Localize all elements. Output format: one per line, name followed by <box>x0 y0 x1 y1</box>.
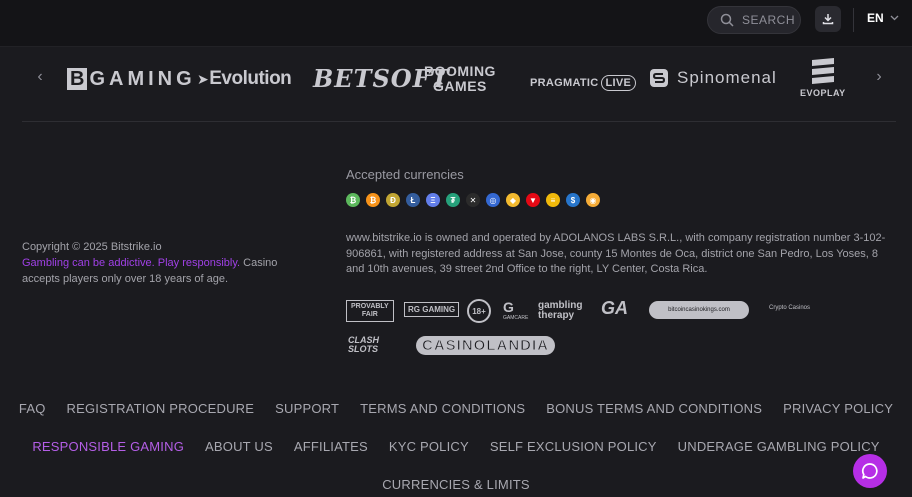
provider-logo-spinomenal[interactable]: Spinomenal <box>649 68 777 88</box>
header-divider <box>853 8 854 32</box>
top-bar: SEARCH EN <box>0 0 912 46</box>
footer-link-kyc-policy[interactable]: KYC POLICY <box>389 439 469 454</box>
footer-link-currencies-limits[interactable]: CURRENCIES & LIMITS <box>382 477 530 492</box>
gamcare-badge[interactable]: G GAMCARE <box>503 299 528 321</box>
currency-coin-icon: ◆ <box>506 193 520 207</box>
spinomenal-mark-icon <box>650 69 668 87</box>
currency-coin-icon: ₿ <box>366 193 380 207</box>
clash-of-slots-badge[interactable]: CLASH SLOTS <box>348 336 379 354</box>
footer-links-row-2: RESPONSIBLE GAMING ABOUT US AFFILIATES KYC … <box>0 439 912 454</box>
footer-link-terms-and-conditions[interactable]: TERMS AND CONDITIONS <box>360 401 525 416</box>
currency-coin-icon: Ξ <box>426 193 440 207</box>
gambling-therapy-badge[interactable]: gambling therapy <box>538 301 582 321</box>
chat-bubble-icon <box>861 463 878 479</box>
download-button[interactable] <box>815 6 841 32</box>
currency-coin-icon: ◉ <box>586 193 600 207</box>
footer-link-faq[interactable]: FAQ <box>19 401 46 416</box>
language-selector[interactable]: EN <box>867 11 899 25</box>
provider-logo-bgaming[interactable]: B GAMING <box>67 68 196 91</box>
provably-fair-badge[interactable]: PROVABLY FAIR <box>346 300 394 322</box>
footer-link-privacy-policy[interactable]: PRIVACY POLICY <box>783 401 893 416</box>
chevron-down-icon <box>890 15 899 21</box>
footer-link-underage-gambling-policy[interactable]: UNDERAGE GAMBLING POLICY <box>678 439 880 454</box>
accepted-currencies-title: Accepted currencies <box>346 167 464 182</box>
copyright-block: Copyright © 2025 Bitstrike.io Gambling c… <box>22 239 292 287</box>
currency-coin-icon: Ł <box>406 193 420 207</box>
currency-coin-icon: $ <box>566 193 580 207</box>
gambling-warning: Gambling can be addictive. Play responsi… <box>22 257 241 269</box>
section-divider <box>22 121 896 122</box>
footer-link-self-exclusion-policy[interactable]: SELF EXCLUSION POLICY <box>490 439 657 454</box>
evolution-mark-icon: ➤ <box>197 71 209 87</box>
search-icon <box>720 13 734 27</box>
footer-link-affiliates[interactable]: AFFILIATES <box>294 439 368 454</box>
currency-icons: ₿ ₿ Ð Ł Ξ ₮ ✕ ◎ ◆ ▼ ≡ $ ◉ <box>346 193 600 207</box>
currency-coin-icon: ≡ <box>546 193 560 207</box>
currency-coin-icon: ◎ <box>486 193 500 207</box>
company-info: www.bitstrike.io is owned and operated b… <box>346 232 886 275</box>
crypto-casinos-badge[interactable]: Crypto Casinos <box>769 305 810 311</box>
footer-link-about-us[interactable]: ABOUT US <box>205 439 273 454</box>
footer-link-responsible-gaming[interactable]: RESPONSIBLE GAMING <box>32 439 184 454</box>
language-label: EN <box>867 11 884 25</box>
currency-coin-icon: ▼ <box>526 193 540 207</box>
search-button[interactable]: SEARCH <box>707 6 801 34</box>
footer-link-bonus-terms-and-conditions[interactable]: BONUS TERMS AND CONDITIONS <box>546 401 762 416</box>
live-chat-button[interactable] <box>853 454 887 488</box>
download-icon <box>822 14 834 25</box>
currency-coin-icon: ₿ <box>346 193 360 207</box>
age-18-badge[interactable]: 18+ <box>467 299 491 323</box>
currency-coin-icon: Ð <box>386 193 400 207</box>
age-notice: Gambling can be addictive. Play responsi… <box>22 257 278 285</box>
footer-links-row-3: CURRENCIES & LIMITS <box>0 477 912 492</box>
copyright-text: Copyright © 2025 Bitstrike.io <box>22 241 162 253</box>
footer-link-support[interactable]: SUPPORT <box>275 401 339 416</box>
evoplay-mark-icon <box>811 58 834 84</box>
carousel-next-arrow[interactable]: › <box>867 68 891 86</box>
casinolandia-badge[interactable]: CASINOLANDIA <box>416 336 555 355</box>
provider-logo-booming-games[interactable]: BOOMING GAMES <box>424 64 496 94</box>
bitcoin-casino-kings-badge[interactable]: bitcoincasinokings.com <box>649 301 749 319</box>
provider-logo-evoplay[interactable]: EVOPLAY <box>800 58 846 98</box>
currency-coin-icon: ✕ <box>466 193 480 207</box>
currency-coin-icon: ₮ <box>446 193 460 207</box>
provider-logo-pragmatic-live[interactable]: PRAGMATIC LIVE <box>530 75 637 91</box>
footer-links-row-1: FAQ REGISTRATION PROCEDURE SUPPORT TERMS AN… <box>0 401 912 416</box>
search-placeholder: SEARCH <box>742 13 796 27</box>
provider-logo-evolution[interactable]: ➤Evolution <box>197 68 292 90</box>
footer-link-registration-procedure[interactable]: REGISTRATION PROCEDURE <box>67 401 255 416</box>
carousel-prev-arrow[interactable]: ‹ <box>28 68 52 86</box>
gamblers-anonymous-badge[interactable]: GA <box>601 298 628 319</box>
responsible-gaming-badge[interactable]: RG GAMING <box>404 302 460 317</box>
